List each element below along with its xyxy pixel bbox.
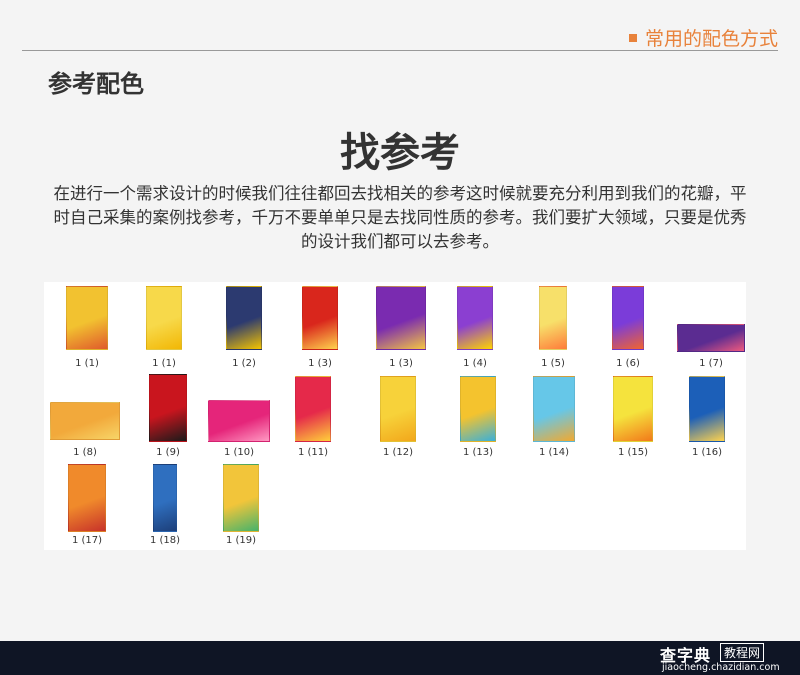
thumbnail-image[interactable] [613,376,653,442]
section-tag-label: 常用的配色方式 [644,28,778,50]
thumbnail-image[interactable] [376,286,426,350]
thumbnail-image[interactable] [295,376,331,442]
thumbnail-caption: 1 (3) [389,358,413,369]
watermark-url: jiaocheng.chazidian.com [662,662,780,673]
thumbnail-image[interactable] [146,286,182,350]
thumbnail-image[interactable] [223,464,259,532]
thumbnail-image[interactable] [533,376,575,442]
watermark-logo: 查字典 教程网 jiaocheng.chazidian.com [660,640,790,675]
reference-thumbnail[interactable]: 1 (16) [672,282,742,550]
thumbnail-caption: 1 (5) [541,358,565,369]
thumbnail-image[interactable] [302,286,338,350]
description-text: 在进行一个需求设计的时候我们往往都回去找相关的参考这时候就要充分利用到我们的花瓣… [53,184,747,251]
thumbnail-caption: 1 (14) [538,447,570,458]
thumbnail-image[interactable] [226,286,262,350]
thumbnail-caption: 1 (18) [149,535,181,546]
thumbnail-image[interactable] [66,286,108,350]
thumbnail-caption: 1 (1) [75,358,99,369]
thumbnail-caption: 1 (13) [462,447,494,458]
reference-board: 1 (1) 1 (1) 1 (2) 1 (3) 1 (3) 1 (4) 1 (5) 1 (6)… [44,282,746,550]
thumbnail-image[interactable] [153,464,177,532]
thumbnail-caption: 1 (19) [225,535,257,546]
thumbnail-caption: 1 (15) [617,447,649,458]
section-title: 参考配色 [48,70,144,98]
thumbnail-image[interactable] [149,374,187,442]
thumbnail-caption: 1 (4) [463,358,487,369]
thumbnail-image[interactable] [50,402,120,440]
thumbnail-image[interactable] [457,286,493,350]
thumbnail-image[interactable] [460,376,496,442]
thumbnail-caption: 1 (17) [71,535,103,546]
thumbnail-image[interactable] [380,376,416,442]
thumbnail-caption: 1 (3) [308,358,332,369]
thumbnail-caption: 1 (7) [699,358,723,369]
thumbnail-caption: 1 (6) [616,358,640,369]
thumbnail-image[interactable] [539,286,567,350]
thumbnail-caption: 1 (12) [382,447,414,458]
thumbnail-image[interactable] [677,324,745,352]
thumbnail-image[interactable] [689,376,725,442]
thumbnail-caption: 1 (16) [691,447,723,458]
section-tag: 常用的配色方式 [628,24,778,51]
thumbnail-image[interactable] [612,286,644,350]
square-bullet-icon [628,33,637,42]
main-title: 找参考 [340,130,460,176]
thumbnail-caption: 1 (8) [73,447,97,458]
thumbnail-caption: 1 (2) [232,358,256,369]
thumbnail-caption: 1 (11) [297,447,329,458]
thumbnail-caption: 1 (10) [223,447,255,458]
thumbnail-caption: 1 (1) [152,358,176,369]
thumbnail-image[interactable] [68,464,106,532]
watermark-box: 教程网 [720,643,765,662]
thumbnail-caption: 1 (9) [156,447,180,458]
thumbnail-image[interactable] [208,400,270,442]
